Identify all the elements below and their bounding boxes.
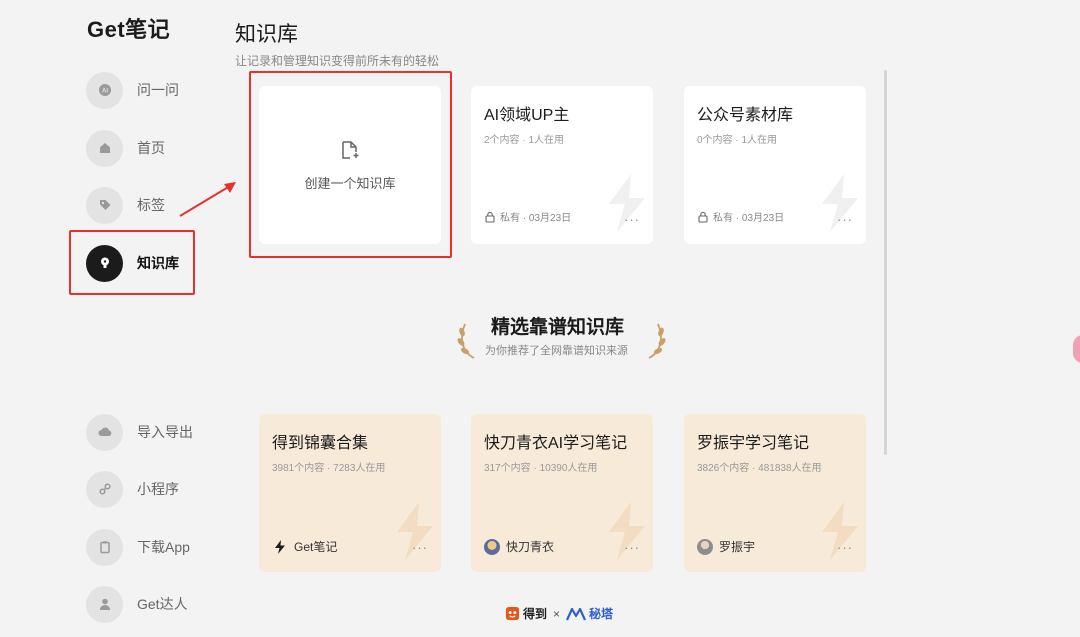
card-owner-name: 快刀青衣 bbox=[506, 540, 555, 554]
card-title: AI领域UP主 bbox=[484, 107, 570, 124]
bolt-watermark-icon bbox=[609, 502, 645, 560]
sidebar-item-label: 问一问 bbox=[137, 82, 179, 98]
sidebar-item-label: 标签 bbox=[137, 197, 165, 213]
sidebar-item-label: 首页 bbox=[137, 140, 165, 156]
avatar bbox=[697, 538, 713, 555]
sidebar-item-download-app[interactable]: 下载App bbox=[86, 528, 190, 566]
featured-card[interactable]: 得到锦囊合集 3981个内容 · 7283人在用 Get笔记 ··· bbox=[259, 414, 441, 572]
home-icon bbox=[86, 129, 123, 167]
page-title: 知识库 bbox=[235, 23, 298, 46]
featured-card[interactable]: 快刀青衣AI学习笔记 317个内容 · 10390人在用 快刀青衣 ··· bbox=[471, 414, 653, 572]
featured-title: 精选靠谱知识库 bbox=[491, 317, 625, 338]
card-title: 公众号素材库 bbox=[697, 107, 794, 124]
bolt-watermark-icon bbox=[822, 502, 858, 560]
card-privacy: 私有 · 03月23日 bbox=[484, 209, 571, 224]
more-button[interactable]: ··· bbox=[624, 540, 640, 555]
sidebar-item-label: Get达人 bbox=[137, 596, 188, 612]
more-button[interactable]: ··· bbox=[837, 212, 853, 227]
card-privacy: 私有 · 03月23日 bbox=[697, 209, 784, 224]
lock-icon bbox=[485, 211, 495, 223]
app-logo[interactable]: Get笔记 bbox=[87, 12, 170, 44]
dedao-logo-icon bbox=[505, 606, 520, 621]
link-icon bbox=[86, 470, 123, 508]
get-logo-icon bbox=[275, 539, 285, 554]
card-meta: 0个内容 · 1人在用 bbox=[697, 135, 778, 146]
card-meta: 317个内容 · 10390人在用 bbox=[484, 463, 598, 474]
person-icon bbox=[86, 585, 123, 623]
sidebar-item-import-export[interactable]: 导入导出 bbox=[86, 413, 193, 451]
footer-brand: 得到 × 秘塔 bbox=[505, 605, 613, 622]
card-title: 快刀青衣AI学习笔记 bbox=[484, 435, 628, 452]
sidebar-item-label: 导入导出 bbox=[137, 424, 193, 440]
sidebar-item-ask[interactable]: AI 问一问 bbox=[86, 71, 179, 109]
footer-brand-right: 秘塔 bbox=[589, 607, 614, 621]
card-owner-name: 罗振宇 bbox=[719, 540, 756, 554]
tag-icon bbox=[86, 186, 123, 224]
sidebar-item-home[interactable]: 首页 bbox=[86, 129, 165, 167]
bolt-watermark-icon bbox=[822, 174, 858, 232]
card-owner: Get笔记 bbox=[272, 538, 337, 555]
footer-brand-left: 得到 bbox=[523, 607, 548, 621]
card-meta: 2个内容 · 1人在用 bbox=[484, 135, 565, 146]
card-title: 得到锦囊合集 bbox=[272, 435, 369, 452]
bolt-watermark-icon bbox=[609, 174, 645, 232]
more-button[interactable]: ··· bbox=[412, 540, 428, 555]
laurel-left-icon bbox=[457, 323, 475, 359]
lock-icon bbox=[698, 211, 708, 223]
featured-card[interactable]: 罗振宇学习笔记 3826个内容 · 481838人在用 罗振宇 ··· bbox=[684, 414, 866, 572]
sidebar-item-mini-program[interactable]: 小程序 bbox=[86, 470, 179, 508]
card-meta: 3826个内容 · 481838人在用 bbox=[697, 463, 822, 474]
bolt-watermark-icon bbox=[397, 502, 433, 560]
laurel-right-icon bbox=[648, 323, 666, 359]
knowledge-base-card[interactable]: AI领域UP主 2个内容 · 1人在用 私有 · 03月23日 ··· bbox=[471, 86, 653, 244]
avatar bbox=[484, 538, 500, 555]
arrow-annotation-icon bbox=[179, 182, 236, 217]
cloud-icon bbox=[86, 413, 123, 451]
page-subtitle: 让记录和管理知识变得前所未有的轻松 bbox=[235, 54, 440, 68]
clipboard-icon bbox=[86, 528, 123, 566]
featured-subtitle: 为你推荐了全网靠谱知识来源 bbox=[485, 345, 628, 357]
ai-chat-icon: AI bbox=[86, 71, 123, 109]
scrollbar[interactable] bbox=[884, 70, 887, 455]
sidebar-item-label: 下载App bbox=[137, 539, 190, 555]
create-knowledge-base-button[interactable]: 创建一个知识库 bbox=[259, 86, 441, 244]
more-button[interactable]: ··· bbox=[837, 540, 853, 555]
sidebar-item-get-expert[interactable]: Get达人 bbox=[86, 585, 188, 623]
floating-assistant-button[interactable] bbox=[1073, 335, 1080, 363]
card-privacy-text: 私有 · 03月23日 bbox=[500, 213, 572, 224]
card-owner: 罗振宇 bbox=[697, 538, 755, 555]
metaso-logo-icon bbox=[566, 607, 587, 620]
card-meta: 3981个内容 · 7283人在用 bbox=[272, 463, 386, 474]
card-title: 罗振宇学习笔记 bbox=[697, 435, 810, 452]
card-owner-name: Get笔记 bbox=[294, 540, 338, 554]
svg-text:AI: AI bbox=[102, 89, 108, 95]
card-owner: 快刀青衣 bbox=[484, 538, 554, 555]
sidebar-item-label: 小程序 bbox=[137, 481, 179, 497]
footer-separator: × bbox=[553, 606, 561, 621]
new-file-icon bbox=[342, 140, 359, 159]
more-button[interactable]: ··· bbox=[624, 212, 640, 227]
card-privacy-text: 私有 · 03月23日 bbox=[713, 213, 785, 224]
sidebar-item-tags[interactable]: 标签 bbox=[86, 186, 165, 224]
highlight-box-sidebar bbox=[69, 230, 195, 295]
knowledge-base-card[interactable]: 公众号素材库 0个内容 · 1人在用 私有 · 03月23日 ··· bbox=[684, 86, 866, 244]
create-label: 创建一个知识库 bbox=[304, 175, 396, 191]
